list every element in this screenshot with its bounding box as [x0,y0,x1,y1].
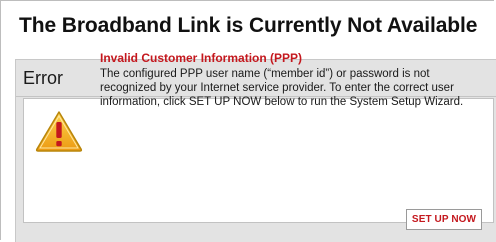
error-title: Invalid Customer Information (PPP) [100,51,303,65]
warning-triangle-icon [35,111,83,152]
panel-heading: Error [23,68,63,88]
set-up-now-button[interactable]: SET UP NOW [406,209,482,230]
message-box [23,98,494,223]
page-title: The Broadband Link is Currently Not Avai… [19,14,478,37]
error-description: The configured PPP user name (“member id… [100,68,464,108]
